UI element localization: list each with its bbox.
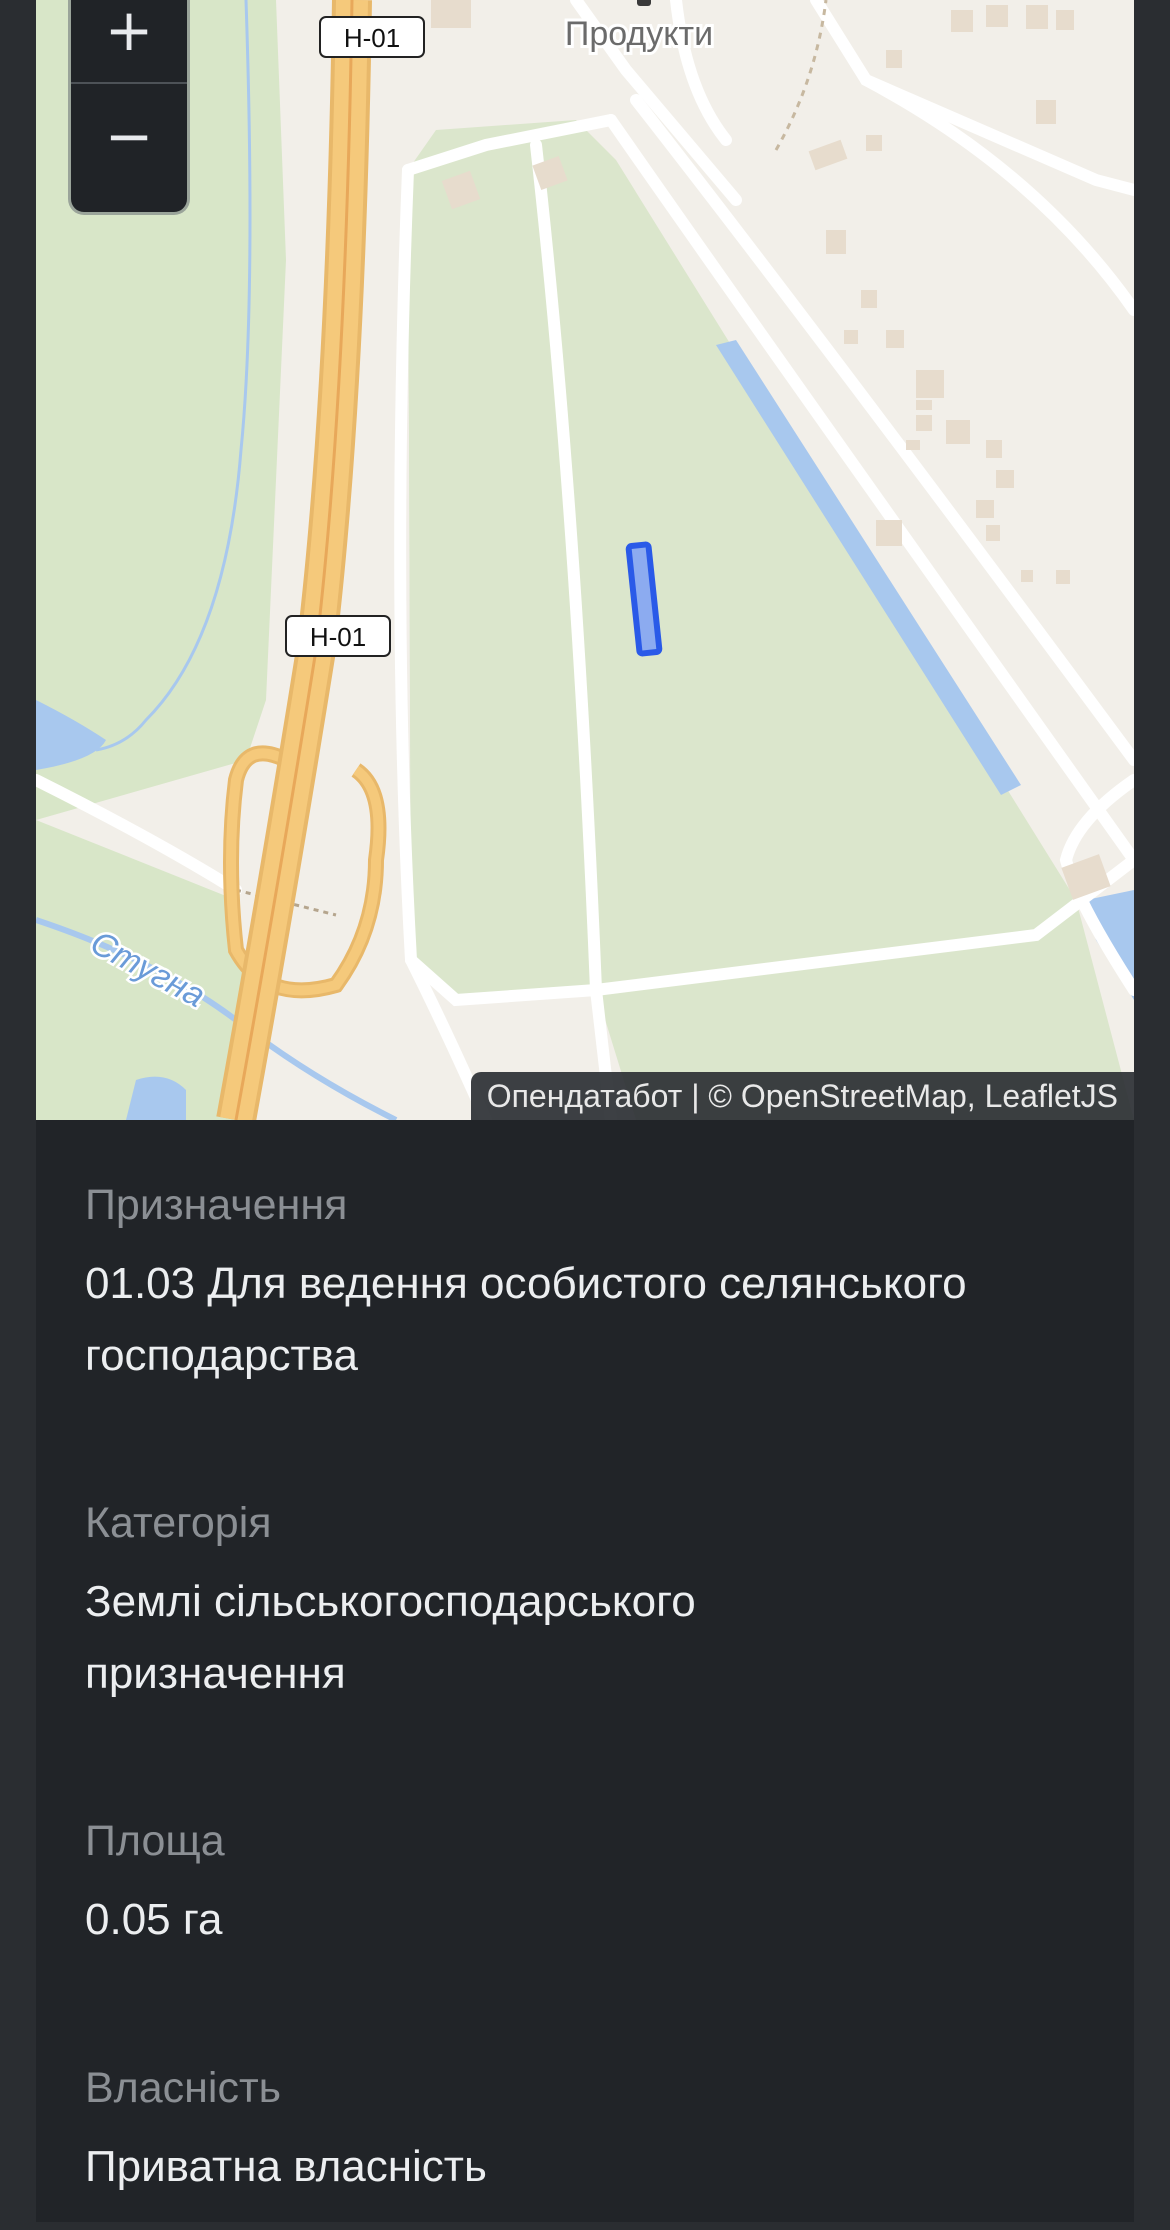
zoom-out-button[interactable]: − [71,84,187,188]
field-label: Площа [85,1817,225,1865]
zoom-in-button[interactable]: + [71,0,187,84]
field-category: Категорія Землі сільськогосподарського п… [85,1494,1105,1710]
field-value: 0.05 га [85,1895,223,1944]
field-label: Власність [85,2064,282,2112]
field-label: Призначення [85,1181,348,1229]
attribution-text: Опендатабот | © OpenStreetMap, LeafletJS [486,1078,1118,1114]
field-value: Приватна власність [85,2142,487,2191]
parcel-card: Н-01 Н-01 Продукти Стугна + − Опендатабо… [36,0,1134,2222]
field-value: Землі сільськогосподарського призначення [85,1577,696,1698]
field-label: Категорія [85,1499,272,1547]
map-attribution[interactable]: Опендатабот | © OpenStreetMap, LeafletJS [470,1072,1134,1120]
field-ownership: Власність Приватна власність [85,2059,1105,2203]
field-value: 01.03 Для ведення особистого селянського… [85,1259,967,1380]
poi-label: Продукти [565,15,713,53]
road-shield-mid: Н-01 [310,622,366,652]
field-area: Площа 0.05 га [85,1812,1105,1956]
zoom-control: + − [68,0,190,215]
field-purpose: Призначення 01.03 Для ведення особистого… [85,1176,1105,1392]
minus-icon: − [104,102,154,170]
road-shield-top: Н-01 [344,23,400,53]
plus-icon: + [104,0,154,64]
map-tiles[interactable]: Н-01 Н-01 Продукти Стугна [36,0,1134,1120]
map-view[interactable]: Н-01 Н-01 Продукти Стугна + − Опендатабо… [36,0,1134,1120]
